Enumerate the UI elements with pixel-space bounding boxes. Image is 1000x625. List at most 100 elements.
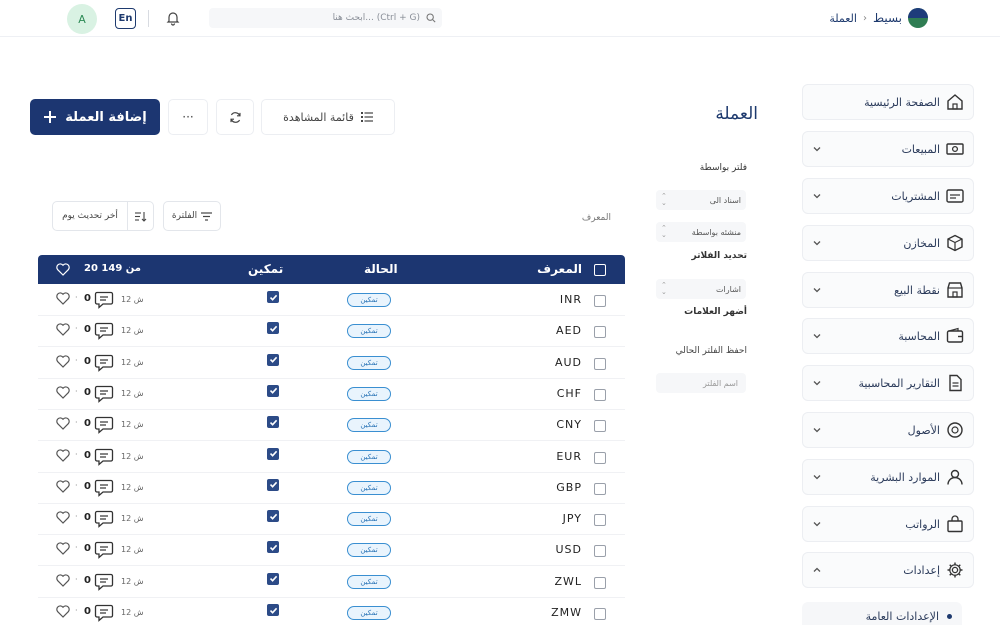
currency-code[interactable]: JPY xyxy=(563,512,582,525)
sort-control[interactable]: أخر تحديث يوم xyxy=(52,201,154,231)
sidebar-item-gear[interactable]: إعدادات xyxy=(802,552,974,588)
like-button[interactable] xyxy=(56,417,70,431)
comments-button[interactable] xyxy=(94,479,114,497)
sidebar-subitem-general-settings[interactable]: الإعدادات العامة xyxy=(802,602,962,625)
created-by-select[interactable]: منشئه بواسطة ⌃ ⌄ xyxy=(656,222,746,242)
like-button[interactable] xyxy=(56,448,70,463)
comments-button[interactable] xyxy=(94,322,114,341)
row-checkbox[interactable] xyxy=(594,576,606,589)
sidebar-item-cash[interactable]: المبيعات xyxy=(802,131,974,167)
like-button[interactable] xyxy=(56,605,70,619)
like-button[interactable] xyxy=(56,480,70,494)
enabled-checkbox[interactable] xyxy=(267,510,279,523)
table-row[interactable]: EUR تمكين 12 ش 0 · xyxy=(38,442,625,473)
enabled-checkbox[interactable] xyxy=(267,541,279,554)
enabled-checkbox[interactable] xyxy=(267,384,279,397)
like-button[interactable] xyxy=(56,511,70,525)
table-row[interactable]: USD تمكين 12 ش 0 · xyxy=(38,535,625,567)
column-header-enabled[interactable]: تمكين xyxy=(248,262,283,276)
comments-button[interactable] xyxy=(94,573,114,591)
currency-code[interactable]: CNY xyxy=(556,418,582,431)
comments-button[interactable] xyxy=(94,385,114,403)
comments-button[interactable] xyxy=(94,354,114,372)
tags-select[interactable]: اشارات ⌃ ⌄ xyxy=(656,279,746,299)
table-row[interactable]: INR تمكين 12 ش 0 · xyxy=(38,285,625,316)
enabled-checkbox[interactable] xyxy=(267,353,279,366)
more-options-button[interactable]: ··· xyxy=(168,99,208,135)
row-checkbox[interactable] xyxy=(594,295,606,307)
currency-code[interactable]: EUR xyxy=(556,450,582,463)
brand-name[interactable]: بسيط xyxy=(873,11,902,25)
currency-code[interactable]: ZMW xyxy=(551,606,582,619)
table-row[interactable]: ZWL تمكين 12 ش 0 · xyxy=(38,567,625,598)
comments-button[interactable] xyxy=(94,510,114,529)
currency-code[interactable]: AUD xyxy=(555,356,582,369)
sort-direction-button[interactable] xyxy=(127,201,153,231)
enabled-checkbox[interactable] xyxy=(267,322,279,335)
watchlist-button[interactable]: قائمة المشاهدة xyxy=(261,99,395,135)
set-filters-link[interactable]: تحديد الفلاتر xyxy=(691,251,747,261)
currency-code[interactable]: ZWL xyxy=(554,575,582,588)
show-tags-link[interactable]: أضهر العلامات xyxy=(684,307,747,317)
row-checkbox[interactable] xyxy=(594,388,606,401)
sidebar-item-box[interactable]: المخازن xyxy=(802,225,974,261)
filter-button[interactable]: الفلترة xyxy=(163,201,221,231)
enabled-checkbox[interactable] xyxy=(267,604,279,616)
like-button[interactable] xyxy=(56,386,70,400)
table-row[interactable]: GBP تمكين 12 ش 0 · xyxy=(38,473,625,504)
currency-code[interactable]: INR xyxy=(560,293,582,306)
select-all-checkbox[interactable] xyxy=(594,264,606,276)
comments-button[interactable] xyxy=(94,291,114,309)
row-checkbox[interactable] xyxy=(594,545,606,558)
row-checkbox[interactable] xyxy=(594,357,606,370)
avatar[interactable]: A xyxy=(67,4,97,34)
like-button[interactable] xyxy=(56,323,70,337)
enabled-checkbox[interactable] xyxy=(267,447,279,460)
comments-button[interactable] xyxy=(94,604,114,622)
comments-button[interactable] xyxy=(94,448,114,466)
sidebar-item-card[interactable]: المشتريات xyxy=(802,178,974,214)
enabled-checkbox[interactable] xyxy=(267,572,279,585)
row-checkbox[interactable] xyxy=(594,420,606,433)
sidebar-item-home[interactable]: الصفحة الرئيسية xyxy=(802,84,974,120)
row-checkbox[interactable] xyxy=(594,451,606,464)
language-toggle[interactable]: En xyxy=(115,8,136,29)
filter-name-input[interactable]: اسم الفلتر xyxy=(656,373,746,393)
like-button[interactable] xyxy=(56,542,70,556)
column-header-status[interactable]: الحالة xyxy=(364,262,398,276)
brand-logo[interactable] xyxy=(908,8,928,28)
like-button[interactable] xyxy=(56,354,70,369)
sidebar-item-asset[interactable]: الأصول xyxy=(802,412,974,448)
currency-code[interactable]: AED xyxy=(556,324,582,337)
row-checkbox[interactable] xyxy=(594,608,606,620)
enabled-checkbox[interactable] xyxy=(267,478,279,491)
like-button[interactable] xyxy=(56,292,70,306)
comments-button[interactable] xyxy=(94,541,114,560)
breadcrumb-current[interactable]: العملة xyxy=(829,12,857,25)
sidebar-item-user[interactable]: الموارد البشرية xyxy=(802,459,974,495)
heart-icon[interactable] xyxy=(56,263,70,276)
sidebar-item-store[interactable]: نقطة البيع xyxy=(802,272,974,308)
table-row[interactable]: CHF تمكين 12 ش 0 · xyxy=(38,379,625,410)
add-currency-button[interactable]: إضافة العملة xyxy=(30,99,160,135)
table-row[interactable]: CNY تمكين 12 ش 0 · xyxy=(38,410,625,442)
column-header-id[interactable]: المعرف xyxy=(537,262,582,276)
currency-code[interactable]: CHF xyxy=(557,387,582,400)
like-button[interactable] xyxy=(56,574,70,588)
table-row[interactable]: AED تمكين 12 ش 0 · xyxy=(38,316,625,348)
currency-code[interactable]: USD xyxy=(555,543,582,556)
table-row[interactable]: ZMW تمكين 12 ش 0 · xyxy=(38,598,625,625)
comments-button[interactable] xyxy=(94,416,114,435)
identifier-filter-caption[interactable]: المعرف xyxy=(582,213,611,223)
enabled-checkbox[interactable] xyxy=(267,291,279,303)
sidebar-item-bag[interactable]: الرواتب xyxy=(802,506,974,542)
search-input[interactable]: ابحث هنا... (Ctrl + G) xyxy=(209,8,442,28)
table-row[interactable]: JPY تمكين 12 ش 0 · xyxy=(38,504,625,536)
row-checkbox[interactable] xyxy=(594,326,606,339)
enabled-checkbox[interactable] xyxy=(267,416,279,429)
sidebar-item-wallet[interactable]: المحاسبة xyxy=(802,318,974,354)
refresh-button[interactable] xyxy=(216,99,254,135)
table-row[interactable]: AUD تمكين 12 ش 0 · xyxy=(38,348,625,379)
row-checkbox[interactable] xyxy=(594,482,606,495)
currency-code[interactable]: GBP xyxy=(556,481,582,494)
